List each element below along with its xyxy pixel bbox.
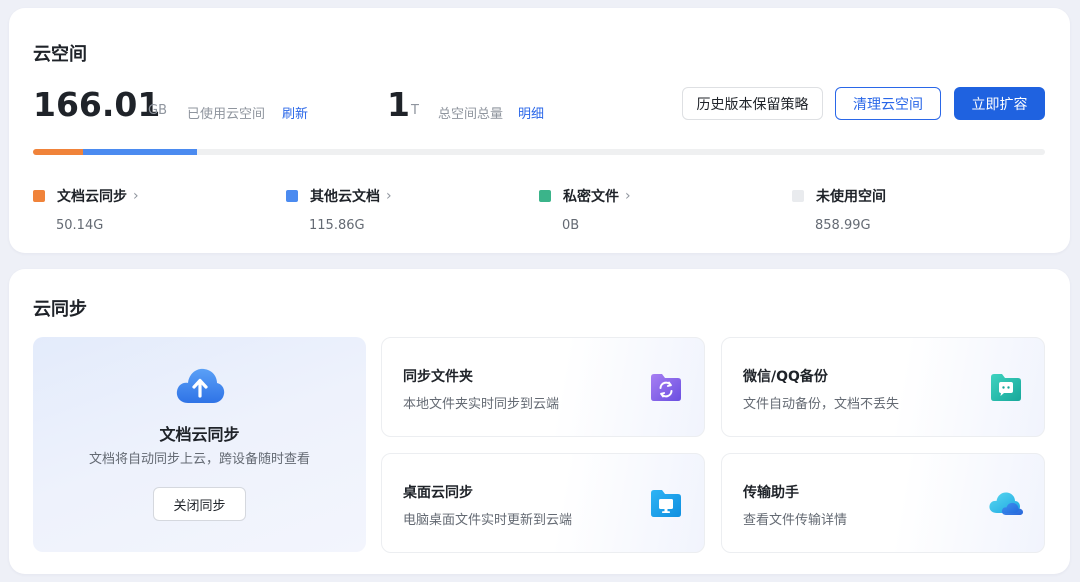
legend-label: 文档云同步 (57, 189, 127, 205)
tile-title: 桌面云同步 (403, 485, 473, 501)
chevron-right-icon: › (133, 188, 139, 204)
total-space-value: 1 (387, 85, 410, 124)
usage-progress-bar (33, 149, 1045, 155)
total-space-unit: T (411, 103, 419, 118)
usage-bar-segment-other-docs (82, 149, 197, 155)
tile-sync-folder[interactable]: 同步文件夹 本地文件夹实时同步到云端 (381, 337, 705, 437)
desktop-folder-icon (651, 490, 681, 517)
total-space-hint: 总空间总量 (438, 107, 504, 122)
legend-swatch (286, 190, 298, 202)
clean-space-button[interactable]: 清理云空间 (835, 87, 941, 120)
legend-label: 未使用空间 (816, 189, 886, 205)
doc-cloud-sync-desc: 文档将自动同步上云，跨设备随时查看 (88, 452, 310, 467)
sync-folder-icon (651, 374, 681, 401)
cloud-upload-icon (176, 368, 225, 403)
used-space-unit: GB (148, 103, 167, 118)
doc-cloud-sync-title: 文档云同步 (159, 425, 240, 444)
usage-bar-segment-doc-sync (33, 149, 83, 155)
chevron-right-icon: › (386, 188, 392, 204)
chevron-right-icon: › (625, 188, 631, 204)
tile-desc: 查看文件传输详情 (743, 513, 848, 528)
tile-desc: 电脑桌面文件实时更新到云端 (403, 513, 573, 528)
legend-value: 0B (562, 218, 580, 233)
tile-desc: 文件自动备份，文档不丢失 (743, 397, 900, 412)
tile-title: 微信/QQ备份 (743, 369, 828, 385)
legend-swatch (539, 190, 551, 202)
legend-label: 其他云文档 (310, 189, 380, 205)
legend-swatch (792, 190, 804, 202)
tile-title: 传输助手 (743, 485, 799, 501)
tile-desc: 本地文件夹实时同步到云端 (403, 397, 560, 412)
tile-transfer-assistant[interactable]: 传输助手 查看文件传输详情 (721, 453, 1045, 553)
tile-desktop-sync[interactable]: 桌面云同步 电脑桌面文件实时更新到云端 (381, 453, 705, 553)
sync-title: 云同步 (33, 299, 87, 320)
legend-value: 858.99G (815, 218, 871, 233)
legend-swatch (33, 190, 45, 202)
legend-private-files[interactable]: 私密文件 › 0B (539, 186, 759, 233)
chat-folder-icon (991, 374, 1021, 401)
tile-title: 同步文件夹 (403, 369, 473, 385)
legend-value: 50.14G (56, 218, 104, 233)
close-sync-button[interactable]: 关闭同步 (153, 487, 246, 521)
used-space-hint: 已使用云空间 (187, 107, 266, 122)
used-space-value: 166.01 (33, 85, 161, 124)
legend-doc-sync[interactable]: 文档云同步 › 50.14G (33, 186, 253, 233)
legend-unused-space: 未使用空间 858.99G (792, 186, 1012, 233)
tile-wechat-qq-backup[interactable]: 微信/QQ备份 文件自动备份，文档不丢失 (721, 337, 1045, 437)
storage-title: 云空间 (33, 44, 87, 65)
doc-cloud-sync-panel: 文档云同步 文档将自动同步上云，跨设备随时查看 关闭同步 (33, 337, 366, 552)
storage-card: 云空间 166.01 GB 已使用云空间 刷新 1 T 总空间总量 明细 历史版… (9, 8, 1070, 253)
refresh-link[interactable]: 刷新 (282, 103, 308, 122)
cloud-sync-card: 云同步 文档云同步 文档将自动同步上云，跨设备随时查看 关闭同步 同步文件夹 本… (9, 269, 1070, 574)
expand-space-button[interactable]: 立即扩容 (954, 87, 1045, 120)
detail-link[interactable]: 明细 (518, 103, 544, 122)
legend-label: 私密文件 (563, 189, 619, 205)
legend-other-docs[interactable]: 其他云文档 › 115.86G (286, 186, 506, 233)
cloud-icon (989, 492, 1023, 515)
legend-value: 115.86G (309, 218, 365, 233)
history-policy-button[interactable]: 历史版本保留策略 (682, 87, 823, 120)
